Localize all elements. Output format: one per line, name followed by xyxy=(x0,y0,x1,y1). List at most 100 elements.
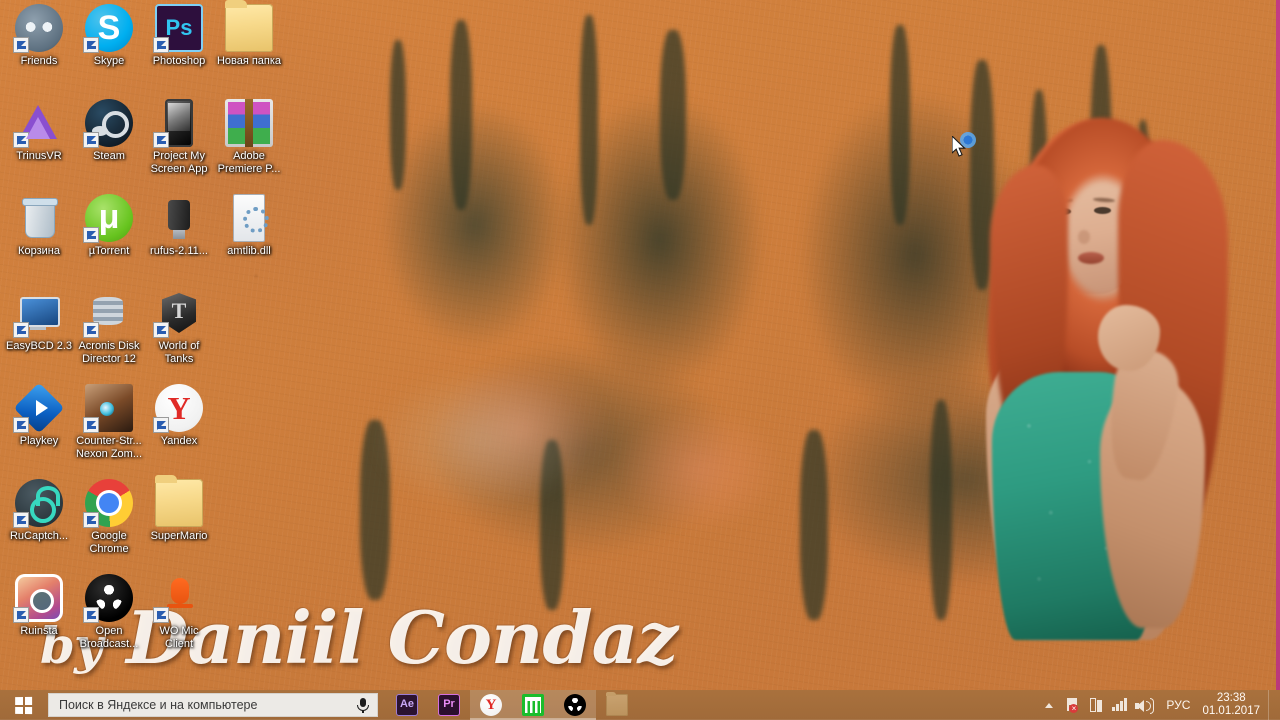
desktop-icon-world-of-tanks[interactable]: World of Tanks xyxy=(144,289,214,365)
desktop-icon-wo-mic-client[interactable]: WO Mic Client xyxy=(144,574,214,650)
trinus-icon xyxy=(13,99,63,148)
icon-art xyxy=(15,194,63,242)
desktop-icon-playkey[interactable]: Playkey xyxy=(4,384,74,448)
language-indicator[interactable]: РУС xyxy=(1158,690,1198,720)
desktop-icon-корзина[interactable]: Корзина xyxy=(4,194,74,258)
search-placeholder: Поиск в Яндексе и на компьютере xyxy=(59,698,258,712)
premiere-pro-icon xyxy=(438,694,460,716)
womic-icon xyxy=(153,574,203,623)
desktop-icon-rufus-2-11[interactable]: rufus-2.11... xyxy=(144,194,214,258)
desktop-icon-label: WO Mic Client xyxy=(159,625,199,650)
desktop-icon-adobe-premiere-p[interactable]: Adobe Premiere P... xyxy=(214,99,284,175)
desktop-icon-label: Steam xyxy=(93,150,125,162)
shortcut-arrow-icon xyxy=(153,132,169,148)
desktop-icon-trinusvr[interactable]: TrinusVR xyxy=(4,99,74,163)
desktop-icon-steam[interactable]: Steam xyxy=(74,99,144,163)
calculator-icon xyxy=(522,694,544,716)
desktop-icon-новая-папка[interactable]: Новая папка xyxy=(214,0,284,68)
shortcut-arrow-icon xyxy=(13,417,29,433)
windows-logo-icon xyxy=(14,696,32,714)
start-button[interactable] xyxy=(0,690,46,720)
taskbar: Поиск в Яндексе и на компьютере РУС 23:3… xyxy=(0,690,1280,720)
shortcut-arrow-icon xyxy=(83,512,99,528)
desktop-icon-yandex[interactable]: Yandex xyxy=(144,384,214,448)
desktop-icon-google-chrome[interactable]: Google Chrome xyxy=(74,479,144,555)
taskbar-button-explorer[interactable] xyxy=(596,690,638,720)
desktop-icon-supermario[interactable]: SuperMario xyxy=(144,475,214,543)
microphone-icon[interactable] xyxy=(349,698,377,713)
desktop-icon-project-my-screen-app[interactable]: Project My Screen App xyxy=(144,99,214,175)
action-center-icon[interactable] xyxy=(1060,690,1084,720)
screen-edge-strip xyxy=(1276,0,1280,690)
desktop-icon-acronis-disk-director-12[interactable]: Acronis Disk Director 12 xyxy=(74,289,144,365)
clock-time: 23:38 xyxy=(1216,692,1246,704)
icon-art xyxy=(165,99,193,147)
shortcut-arrow-icon xyxy=(83,132,99,148)
speaker-icon[interactable] xyxy=(1132,690,1158,720)
search-input[interactable]: Поиск в Яндексе и на компьютере xyxy=(48,693,378,717)
skype-icon xyxy=(83,4,133,53)
desktop-icon-open-broadcast[interactable]: Open Broadcast... xyxy=(74,574,144,650)
trash-icon xyxy=(15,194,63,242)
obs-icon xyxy=(564,694,586,716)
desktop-icon-label: Новая папка xyxy=(216,55,282,67)
desktop-icon-easybcd-2-3[interactable]: EasyBCD 2.3 xyxy=(4,289,74,353)
desktop-icon-label: µTorrent xyxy=(88,245,130,257)
steam-icon xyxy=(83,99,133,148)
desktop-icon-ruinsta[interactable]: Ruinsta xyxy=(4,574,74,638)
system-tray: РУС 23:38 01.01.2017 xyxy=(1038,690,1280,720)
desktop-icon-label: SuperMario xyxy=(150,530,208,542)
shortcut-arrow-icon xyxy=(153,607,169,623)
icon-art xyxy=(225,99,273,147)
desktop-icon-label: Skype xyxy=(93,55,125,67)
desktop-icon-counter-str-nexon-zom[interactable]: Counter-Str... Nexon Zom... xyxy=(74,384,144,460)
desktop-icon-photoshop[interactable]: Photoshop xyxy=(144,4,214,68)
icon-art xyxy=(225,0,273,52)
desktop-icon-label: Yandex xyxy=(160,435,198,447)
clock[interactable]: 23:38 01.01.2017 xyxy=(1198,692,1268,718)
shortcut-arrow-icon xyxy=(153,322,169,338)
desktop-icon-label: Open Broadcast... xyxy=(79,625,139,650)
desktop-icon-label: Project My Screen App xyxy=(150,150,208,175)
taskbar-task-list xyxy=(386,690,638,720)
wifi-signal-icon[interactable] xyxy=(1108,690,1132,720)
ps-icon xyxy=(153,4,203,53)
wot-icon xyxy=(153,289,203,338)
paint-stroke xyxy=(890,25,910,225)
desktop-icon-rucaptch[interactable]: RuCaptch... xyxy=(4,479,74,543)
taskbar-button-yandex-browser[interactable] xyxy=(470,690,512,720)
desktop-icon-grid: Friends Skype Photoshop Новая папка TrinusVR… xyxy=(0,0,300,690)
taskbar-button-after-effects[interactable] xyxy=(386,690,428,720)
desktop-icon-label: Корзина xyxy=(18,245,60,257)
shortcut-arrow-icon xyxy=(13,607,29,623)
shortcut-arrow-icon xyxy=(83,227,99,243)
woman-portrait xyxy=(950,110,1250,640)
folder-icon xyxy=(225,0,273,52)
show-hidden-icons-button[interactable] xyxy=(1038,690,1060,720)
paint-stroke xyxy=(390,40,406,190)
taskbar-button-obs[interactable] xyxy=(554,690,596,720)
desktop-icon-label: rufus-2.11... xyxy=(150,245,208,257)
desktop-icon-torrent[interactable]: µTorrent xyxy=(74,194,144,258)
desktop-icon-skype[interactable]: Skype xyxy=(74,4,144,68)
battery-icon[interactable] xyxy=(1084,690,1108,720)
desktop-icon-label: TrinusVR xyxy=(16,150,62,162)
acronis-icon xyxy=(83,289,133,338)
shortcut-arrow-icon xyxy=(83,607,99,623)
desktop-icon-amtlib-dll[interactable]: amtlib.dll xyxy=(214,194,284,258)
taskbar-button-calculator[interactable] xyxy=(512,690,554,720)
desktop-icon-label: Counter-Str... Nexon Zom... xyxy=(75,435,143,460)
phone-icon xyxy=(153,99,203,148)
paint-fog xyxy=(330,340,630,540)
desktop-icon-label: Ruinsta xyxy=(20,625,58,637)
paint-stroke xyxy=(660,30,686,200)
icon-art xyxy=(155,475,203,527)
show-desktop-button[interactable] xyxy=(1268,690,1276,720)
shortcut-arrow-icon xyxy=(13,322,29,338)
taskbar-button-premiere-pro[interactable] xyxy=(428,690,470,720)
desktop-icon-friends[interactable]: Friends xyxy=(4,4,74,68)
shortcut-arrow-icon xyxy=(153,417,169,433)
shortcut-arrow-icon xyxy=(83,417,99,433)
winrar-icon xyxy=(225,99,273,147)
clock-date: 01.01.2017 xyxy=(1202,705,1260,717)
